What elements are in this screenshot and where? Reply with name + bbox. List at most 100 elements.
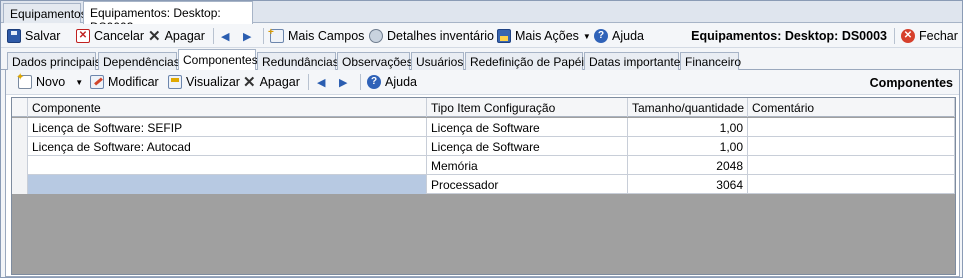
save-label: Salvar [25, 29, 61, 43]
close-icon: ✕ [901, 29, 915, 43]
cell-tipo[interactable]: Licença de Software [427, 118, 628, 137]
modify-button[interactable]: Modificar [90, 73, 159, 91]
next-button[interactable]: ▶ [243, 27, 251, 45]
cell-comentario[interactable] [748, 118, 955, 137]
delete-button[interactable]: ✕ Apagar [148, 27, 205, 45]
cell-tipo[interactable]: Licença de Software [427, 137, 628, 156]
tab-dependencias[interactable]: Dependências [98, 52, 180, 70]
chevron-down-icon: ▼ [75, 77, 84, 87]
cell-tipo[interactable]: Processador [427, 175, 628, 194]
cancel-icon: ✕ [76, 29, 90, 43]
row-header[interactable] [12, 118, 28, 137]
previous-component-button[interactable]: ◀ [317, 73, 325, 91]
toolbar-separator [308, 74, 309, 90]
doc-tab-desktop[interactable]: Equipamentos: Desktop: DS0003 [83, 1, 253, 34]
delete-component-label: Apagar [259, 75, 300, 89]
doc-tab-equipamentos[interactable]: Equipamentos [3, 3, 87, 23]
tab-redundancias[interactable]: Redundâncias [257, 52, 339, 70]
row-header[interactable] [12, 156, 28, 175]
new-label: Novo [36, 75, 66, 89]
column-header-tipo[interactable]: Tipo Item Configuração [427, 98, 628, 117]
arrow-right-icon: ▶ [243, 30, 252, 43]
window-title: Equipamentos: Desktop: DS0003 [691, 29, 887, 43]
toolbar-separator [263, 28, 264, 44]
table-row[interactable]: Licença de Software: Autocad Licença de … [12, 137, 955, 156]
section-tabs: Dados principais Dependências Componente… [1, 49, 962, 71]
delete-component-button[interactable]: ✕ Apagar [243, 73, 300, 91]
close-label: Fechar [919, 29, 958, 43]
components-title: Componentes [869, 76, 953, 90]
components-toolbar: ✦ Novo ▼ Modificar Visualizar ✕ Apagar ◀ [6, 70, 959, 95]
cell-tamanho[interactable]: 2048 [628, 156, 748, 175]
actions-icon [497, 29, 511, 43]
tab-datas-importantes[interactable]: Datas importantes [584, 52, 686, 70]
column-header-tamanho[interactable]: Tamanho/quantidade [628, 98, 748, 117]
more-actions-label: Mais Ações [515, 29, 579, 43]
cell-tamanho[interactable]: 1,00 [628, 118, 748, 137]
cell-comentario[interactable] [748, 156, 955, 175]
components-help-label: Ajuda [385, 75, 417, 89]
save-icon [7, 29, 21, 43]
edit-icon [90, 75, 104, 89]
main-toolbar: Salvar ✕ Cancelar ✕ Apagar ◀ ▶ + Mais Ca… [1, 24, 962, 48]
cell-componente[interactable]: Licença de Software: SEFIP [28, 118, 427, 137]
tab-dados-principais[interactable]: Dados principais [7, 52, 101, 70]
arrow-left-icon: ◀ [221, 30, 230, 43]
inventory-details-label: Detalhes inventário [387, 29, 495, 43]
more-actions-button[interactable]: Mais Ações ▼ [497, 27, 591, 45]
help-button[interactable]: ? Ajuda [594, 27, 644, 45]
components-panel: ✦ Novo ▼ Modificar Visualizar ✕ Apagar ◀ [5, 70, 960, 277]
cell-tamanho[interactable]: 1,00 [628, 137, 748, 156]
grid-header: Componente Tipo Item Configuração Tamanh… [12, 98, 955, 117]
next-component-button[interactable]: ▶ [339, 73, 347, 91]
view-button[interactable]: Visualizar [168, 73, 240, 91]
more-fields-label: Mais Campos [288, 29, 365, 43]
row-header[interactable] [12, 137, 28, 156]
tab-usuarios[interactable]: Usuários [411, 52, 464, 70]
cell-tamanho[interactable]: 3064 [628, 175, 748, 194]
row-header-corner [12, 98, 28, 117]
inventory-icon [369, 29, 383, 43]
cell-componente-selected[interactable] [28, 175, 427, 194]
toolbar-separator [894, 28, 895, 44]
view-label: Visualizar [186, 75, 240, 89]
arrow-left-icon: ◀ [317, 76, 326, 89]
cell-componente[interactable] [28, 156, 427, 175]
help-label: Ajuda [612, 29, 644, 43]
modify-label: Modificar [108, 75, 159, 89]
cancel-label: Cancelar [94, 29, 145, 43]
new-button[interactable]: ✦ Novo ▼ [16, 72, 84, 91]
cell-comentario[interactable] [748, 137, 955, 156]
column-header-comentario[interactable]: Comentário [748, 98, 955, 117]
help-icon: ? [594, 29, 608, 43]
table-row[interactable]: Licença de Software: SEFIP Licença de So… [12, 118, 955, 137]
document-tabs: Equipamentos Equipamentos: Desktop: DS00… [1, 1, 962, 34]
table-row[interactable]: Memória 2048 [12, 156, 955, 175]
cancel-button[interactable]: ✕ Cancelar [76, 27, 144, 45]
close-button[interactable]: ✕ Fechar [901, 27, 958, 45]
more-fields-button[interactable]: + Mais Campos [268, 27, 365, 45]
cell-comentario[interactable] [748, 175, 955, 194]
tab-observacoes[interactable]: Observações [337, 52, 413, 70]
components-grid: Componente Tipo Item Configuração Tamanh… [11, 97, 956, 275]
view-icon [168, 75, 182, 89]
inventory-details-button[interactable]: Detalhes inventário [369, 27, 494, 45]
arrow-right-icon: ▶ [339, 76, 348, 89]
previous-button[interactable]: ◀ [221, 27, 229, 45]
help-icon: ? [367, 75, 381, 89]
delete-label: Apagar [164, 29, 205, 43]
equipment-window: Equipamentos Equipamentos: Desktop: DS00… [0, 0, 963, 278]
components-help-button[interactable]: ? Ajuda [367, 73, 417, 91]
tab-redefinicao-papeis[interactable]: Redefinição de Papéis [465, 52, 590, 70]
tab-componentes[interactable]: Componentes [178, 49, 258, 71]
toolbar-separator [213, 28, 214, 44]
cell-tipo[interactable]: Memória [427, 156, 628, 175]
chevron-down-icon: ▼ [582, 31, 591, 41]
row-header[interactable] [12, 175, 28, 194]
table-row[interactable]: Processador 3064 [12, 175, 955, 194]
tab-financeiro[interactable]: Financeiro [680, 52, 741, 70]
new-document-icon: ✦ [16, 72, 32, 89]
cell-componente[interactable]: Licença de Software: Autocad [28, 137, 427, 156]
save-button[interactable]: Salvar [7, 27, 60, 45]
column-header-componente[interactable]: Componente [28, 98, 427, 117]
